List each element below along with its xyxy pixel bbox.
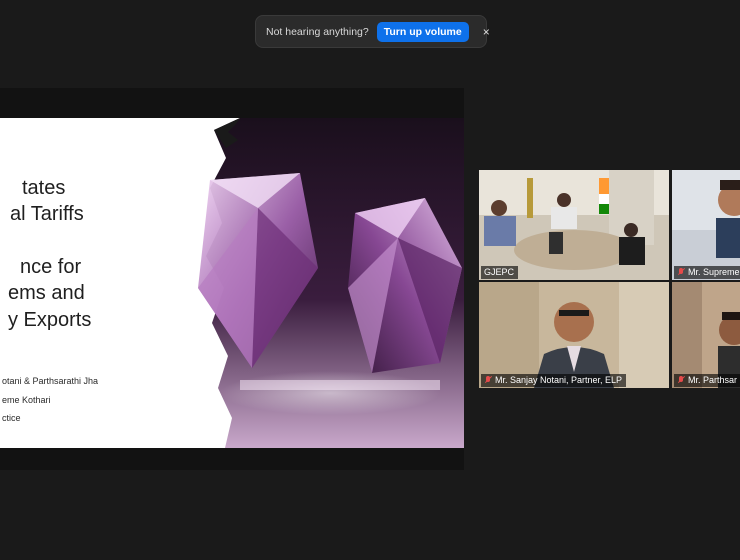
meeting-window: Not hearing anything? Turn up volume × t… [0,0,740,560]
mic-muted-icon [677,268,685,277]
slide-title-line: y Exports [8,309,92,331]
slide-text-block: tates al Tariffs nce for ems and y Expor… [0,118,220,448]
video-tile[interactable]: GJEPC [479,170,669,280]
notification-message: Not hearing anything? [266,25,369,38]
participant-video [672,282,740,388]
shared-screen[interactable]: tates al Tariffs nce for ems and y Expor… [0,88,464,470]
video-tile[interactable]: Mr. Supreme [672,170,740,280]
video-tile[interactable]: Mr. Parthsar [672,282,740,388]
slide-title-line: al Tariffs [10,203,84,225]
slide-title-line: ems and [8,282,85,304]
turn-up-volume-button[interactable]: Turn up volume [376,21,469,42]
participant-video [479,282,669,388]
mic-muted-icon [677,376,685,385]
close-icon[interactable]: × [483,25,490,39]
mic-muted-icon [484,376,492,385]
participant-name-label: Mr. Sanjay Notani, Partner, ELP [481,374,627,387]
slide-presenters: otani & Parthsarathi Jha [2,376,99,386]
participant-name-label: Mr. Supreme [674,266,740,279]
participant-name-label: Mr. Parthsar [674,374,740,387]
slide-presenters: eme Kothari [2,395,51,405]
video-tile[interactable]: Mr. Sanjay Notani, Partner, ELP [479,282,669,388]
slide-practice: ctice [2,413,21,423]
participant-name-label: GJEPC [481,266,519,279]
slide-title-line: nce for [20,256,82,278]
participant-video [479,170,669,280]
audio-notification: Not hearing anything? Turn up volume × [255,15,490,48]
presentation-slide: tates al Tariffs nce for ems and y Expor… [0,118,464,448]
slide-title-line: tates [22,177,66,199]
participant-video [672,170,740,280]
